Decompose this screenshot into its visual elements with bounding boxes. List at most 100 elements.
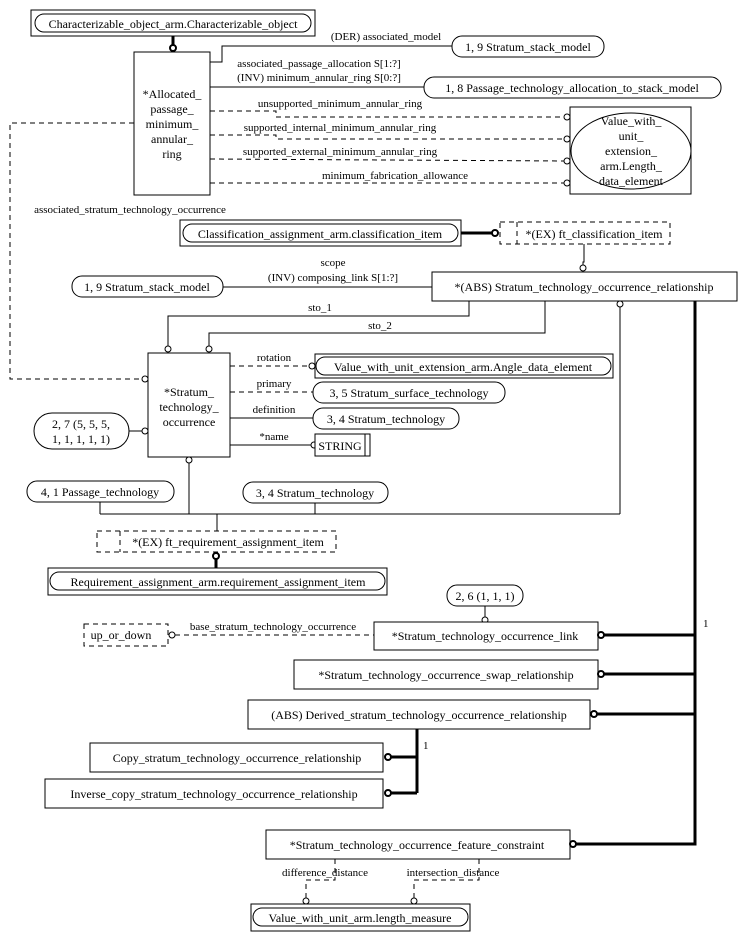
inv-composing-link-attr: (INV) composing_link S[1:?] xyxy=(268,272,398,284)
length-data-element-line-3: extension_ xyxy=(605,144,658,158)
feature-constraint-label: *Stratum_technology_occurrence_feature_c… xyxy=(290,838,545,852)
associated-sto-relation xyxy=(9,122,142,380)
ft-requirement-item-select[interactable]: *(EX) ft_requirement_assignment_item xyxy=(96,530,337,553)
length-data-element-line-4: arm.Length_ xyxy=(600,159,663,173)
select-to-relationship-line xyxy=(582,244,585,265)
allocated-ring-line-5: ring xyxy=(162,147,181,161)
difference-distance-attr: difference_distance xyxy=(282,867,368,879)
sto-relationship-entity[interactable]: *(ABS) Stratum_technology_occurrence_rel… xyxy=(431,271,738,302)
ft-requirement-item-label: *(EX) ft_requirement_assignment_item xyxy=(132,535,324,549)
classification-item-entity[interactable]: Classification_assignment_arm.classifica… xyxy=(179,219,462,247)
angle-data-element-entity[interactable]: Value_with_unit_extension_arm.Angle_data… xyxy=(314,353,614,379)
relation-end-circle xyxy=(563,135,571,143)
passage-technology-ref[interactable]: 4, 1 Passage_technology xyxy=(26,480,175,503)
characterizable-object-entity[interactable]: Characterizable_object_arm.Characterizab… xyxy=(30,9,316,37)
unsupported-relation xyxy=(210,110,564,118)
stratum-technology-def-label: 3, 4 Stratum_technology xyxy=(327,412,445,426)
requirement-item-label: Requirement_assignment_arm.requirement_a… xyxy=(71,575,367,589)
intersection-distance-attr: intersection_distance xyxy=(407,867,500,879)
inverse-copy-sto-label: Inverse_copy_stratum_technology_occurren… xyxy=(70,787,357,801)
select-circle xyxy=(491,229,499,237)
string-type-label: STRING xyxy=(318,439,362,453)
page-ref-2-6[interactable]: 2, 6 (1, 1, 1) xyxy=(446,584,524,607)
allocated-ring-line-4: annular_ xyxy=(151,132,194,146)
relation-end-circle xyxy=(168,631,176,639)
sto-swap-label: *Stratum_technology_occurrence_swap_rela… xyxy=(318,668,573,682)
associated-model-attr: (DER) associated_model xyxy=(331,31,441,43)
subtype-circle xyxy=(590,710,598,718)
inverse-copy-sto-entity[interactable]: Inverse_copy_stratum_technology_occurren… xyxy=(44,778,384,809)
base-sto-attr: base_stratum_technology_occurrence xyxy=(190,621,356,633)
stratum-stack-model-ref-mid[interactable]: 1, 9 Stratum_stack_model xyxy=(71,275,224,298)
stratum-stack-model-ref-mid-label: 1, 9 Stratum_stack_model xyxy=(84,280,210,294)
string-type[interactable]: STRING xyxy=(314,433,371,457)
relation-end-circle xyxy=(410,897,418,905)
up-or-down-type[interactable]: up_or_down xyxy=(83,623,169,647)
relation-end-circle xyxy=(563,113,571,121)
allocated-passage-minimum-annular-ring-entity[interactable]: *Allocated_ passage_ minimum_ annular_ r… xyxy=(133,51,211,196)
sto-swap-entity[interactable]: *Stratum_technology_occurrence_swap_rela… xyxy=(293,659,599,690)
length-data-element-line-2: unit_ xyxy=(619,129,645,143)
subtype-circle xyxy=(169,44,177,52)
subtype-cardinality-derived: 1 xyxy=(423,740,429,752)
classification-item-label: Classification_assignment_arm.classifica… xyxy=(198,227,443,241)
relation-end-circle xyxy=(616,300,624,308)
page-ref-2-7-line-1: 2, 7 (5, 5, 5, xyxy=(52,417,110,431)
page-ref-2-7-line-2: 1, 1, 1, 1, 1) xyxy=(52,432,110,446)
allocated-ring-line-2: passage_ xyxy=(150,102,194,116)
feature-constraint-entity[interactable]: *Stratum_technology_occurrence_feature_c… xyxy=(265,829,571,860)
relation-end-circle xyxy=(302,897,310,905)
requirement-item-entity[interactable]: Requirement_assignment_arm.requirement_a… xyxy=(47,567,388,596)
passage-alloc-model-label: 1, 8 Passage_technology_allocation_to_st… xyxy=(445,81,699,95)
stratum-technology-occurrence-entity[interactable]: *Stratum_ technology_ occurrence xyxy=(147,352,231,458)
sto-line-3: occurrence xyxy=(163,415,216,429)
sto-1-attr: sto_1 xyxy=(308,302,332,314)
select-circle xyxy=(212,552,220,560)
relation-end-circle xyxy=(141,375,149,383)
page-ref-2-6-label: 2, 6 (1, 1, 1) xyxy=(456,589,515,603)
passage-technology-label: 4, 1 Passage_technology xyxy=(41,485,159,499)
length-data-element-line-5: data_element xyxy=(599,174,664,188)
scope-attr: scope xyxy=(320,257,345,269)
up-or-down-label: up_or_down xyxy=(91,628,152,642)
stratum-stack-model-ref-top[interactable]: 1, 9 Stratum_stack_model xyxy=(451,35,605,58)
subtype-circle xyxy=(384,789,392,797)
stratum-technology-def-ref[interactable]: 3, 4 Stratum_technology xyxy=(312,407,460,430)
relation-end-circle xyxy=(563,157,571,165)
inv-minimum-annular-ring-attr: (INV) minimum_annular_ring S[0:?] xyxy=(237,72,401,84)
passage-technology-allocation-ref[interactable]: 1, 8 Passage_technology_allocation_to_st… xyxy=(423,76,722,99)
relation-end-circle xyxy=(141,427,149,435)
surface-technology-ref[interactable]: 3, 5 Stratum_surface_technology xyxy=(312,381,506,404)
length-data-element-line-1: Value_with_ xyxy=(601,114,663,128)
page-ref-2-7[interactable]: 2, 7 (5, 5, 5, 1, 1, 1, 1, 1) xyxy=(33,412,130,450)
angle-data-element-label: Value_with_unit_extension_arm.Angle_data… xyxy=(334,360,593,374)
sto-link-entity[interactable]: *Stratum_technology_occurrence_link xyxy=(373,621,599,651)
relation-end-circle xyxy=(563,179,571,187)
unsupported-attr: unsupported_minimum_annular_ring xyxy=(258,98,423,110)
sto-line-2: technology_ xyxy=(159,400,219,414)
supported-internal-attr: supported_internal_minimum_annular_ring xyxy=(244,122,437,134)
definition-attr: definition xyxy=(253,404,296,416)
sto-link-label: *Stratum_technology_occurrence_link xyxy=(392,629,579,643)
relation-end-circle xyxy=(164,345,172,353)
ft-classification-item-label: *(EX) ft_classification_item xyxy=(526,227,664,241)
allocated-ring-line-1: *Allocated_ xyxy=(143,87,203,101)
min-fab-allowance-attr: minimum_fabrication_allowance xyxy=(322,170,468,182)
subtype-circle xyxy=(384,753,392,761)
primary-attr: primary xyxy=(257,378,292,390)
name-attr: *name xyxy=(259,431,288,443)
derived-sto-entity[interactable]: (ABS) Derived_stratum_technology_occurre… xyxy=(247,699,591,730)
length-data-element-entity[interactable]: Value_with_ unit_ extension_ arm.Length_… xyxy=(569,106,692,195)
relation-end-circle xyxy=(579,264,587,272)
stratum-technology-low-ref[interactable]: 3, 4 Stratum_technology xyxy=(242,481,389,504)
characterizable-object-label: Characterizable_object_arm.Characterizab… xyxy=(49,17,299,31)
associated-sto-attr: associated_stratum_technology_occurrence xyxy=(34,204,226,216)
length-measure-entity[interactable]: Value_with_unit_arm.length_measure xyxy=(250,903,471,932)
rotation-attr: rotation xyxy=(257,352,292,364)
length-measure-label: Value_with_unit_arm.length_measure xyxy=(269,911,452,925)
subtype-circle xyxy=(597,670,605,678)
relation-end-circle xyxy=(308,362,316,370)
copy-sto-entity[interactable]: Copy_stratum_technology_occurrence_relat… xyxy=(89,742,384,773)
subtype-circle xyxy=(597,631,605,639)
ft-classification-item-select[interactable]: *(EX) ft_classification_item xyxy=(499,221,671,245)
